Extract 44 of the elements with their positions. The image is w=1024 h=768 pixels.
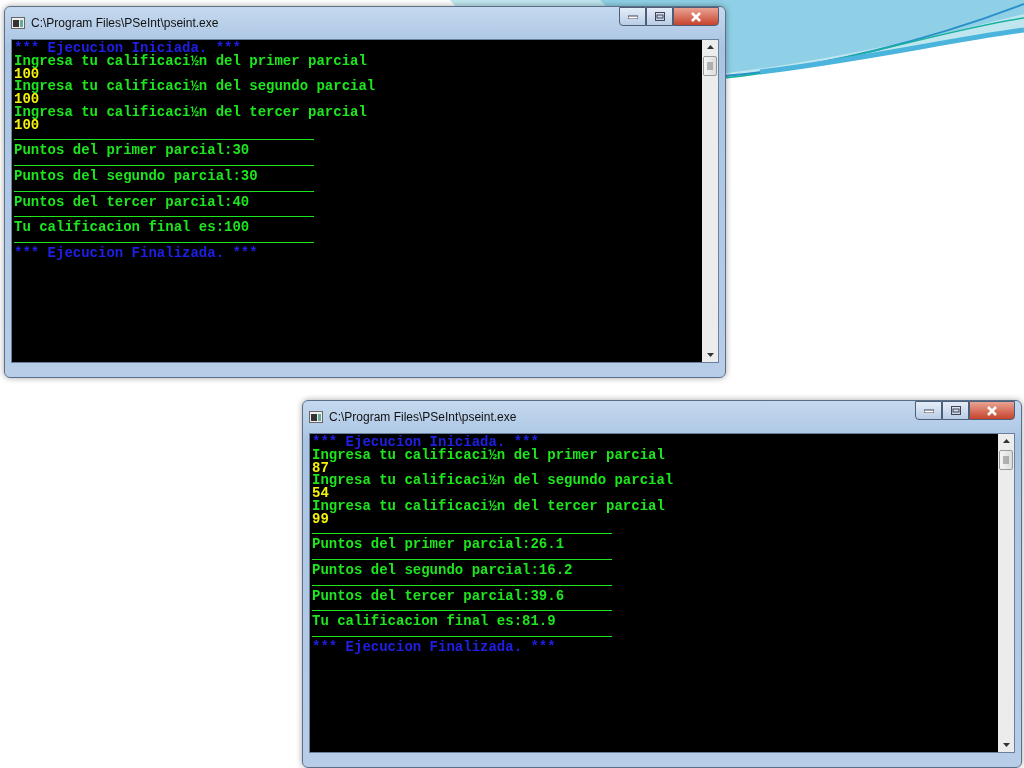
scroll-thumb[interactable] — [703, 56, 717, 76]
console-icon — [11, 17, 25, 29]
close-button[interactable] — [673, 7, 719, 26]
prompt-line: Ingresa tu calificaci½n del tercer parcial — [14, 106, 368, 119]
input-line: 99 — [312, 512, 329, 526]
result-line: Tu calificacion final es:81.9 — [312, 615, 557, 628]
maximize-icon — [950, 406, 961, 415]
window-title: C:\Program Files\PSeInt\pseint.exe — [329, 410, 518, 424]
input-line: 87 — [312, 461, 329, 475]
result-line: Tu calificacion final es:100 — [14, 221, 251, 234]
result-line: Puntos del primer parcial:30 — [14, 144, 251, 158]
minimize-button[interactable] — [915, 401, 942, 420]
result-line: Puntos del segundo parcial:16.2 — [312, 563, 574, 577]
close-button[interactable] — [969, 401, 1015, 420]
close-icon — [690, 11, 702, 22]
minimize-icon — [627, 14, 638, 19]
prompt-line: Ingresa tu calificaci½n del primer parcial — [14, 54, 368, 68]
prompt-line: Ingresa tu calificaci½n del segundo parcial — [312, 474, 675, 488]
result-line: Puntos del segundo parcial:30 — [14, 169, 259, 183]
prompt-line: Ingresa tu calificaci½n del tercer parcial — [312, 500, 666, 513]
status-line: *** Ejecucion Iniciada. *** — [14, 42, 242, 55]
prompt-line: Ingresa tu calificaci½n del segundo parcial — [14, 80, 377, 94]
prompt-line: Ingresa tu calificaci½n del primer parcial — [312, 448, 666, 462]
minimize-icon — [923, 408, 934, 413]
minimize-button[interactable] — [619, 7, 646, 26]
console-icon — [309, 411, 323, 423]
close-icon — [986, 405, 998, 416]
input-line: 100 — [14, 118, 40, 132]
result-line: Puntos del tercer parcial:40 — [14, 195, 251, 209]
status-line: *** Ejecucion Finalizada. *** — [312, 640, 557, 654]
input-line: 54 — [312, 487, 329, 500]
maximize-button[interactable] — [942, 401, 969, 420]
maximize-button[interactable] — [646, 7, 673, 26]
status-line: *** Ejecucion Finalizada. *** — [14, 246, 259, 260]
input-line: 100 — [14, 93, 40, 106]
window-title: C:\Program Files\PSeInt\pseint.exe — [31, 16, 220, 30]
input-line: 100 — [14, 67, 40, 81]
maximize-icon — [654, 12, 665, 21]
scrollbar[interactable] — [998, 434, 1014, 752]
scroll-thumb[interactable] — [999, 450, 1013, 470]
result-line: Puntos del primer parcial:26.1 — [312, 538, 566, 552]
result-line: Puntos del tercer parcial:39.6 — [312, 589, 566, 603]
scrollbar[interactable] — [702, 40, 718, 362]
status-line: *** Ejecucion Iniciada. *** — [312, 436, 540, 449]
